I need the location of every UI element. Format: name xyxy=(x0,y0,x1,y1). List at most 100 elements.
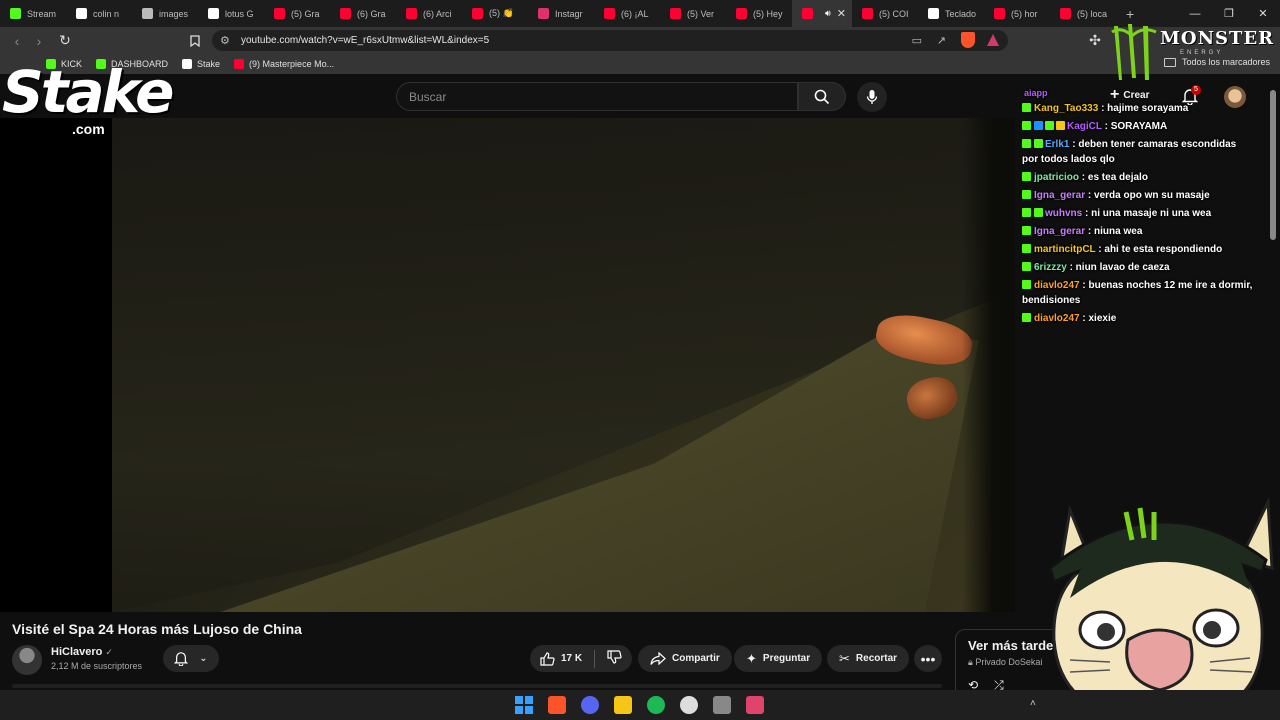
chat-username: Erlk1 xyxy=(1045,139,1070,150)
bookmark-favicon-icon xyxy=(234,59,245,69)
browser-tab[interactable]: (5) loca xyxy=(1050,0,1116,27)
browser-tab[interactable]: Teclado xyxy=(918,0,984,27)
chat-message: 6rizzzy : niun lavao de caeza xyxy=(1022,260,1254,275)
share-label: Compartir xyxy=(672,653,720,664)
vpn-icon[interactable] xyxy=(746,696,764,714)
address-bar[interactable]: ⚙ youtube.com/watch?v=wE_r6sxUtmw&list=W… xyxy=(212,30,1008,51)
spotify-icon[interactable] xyxy=(647,696,665,714)
browser-tab[interactable]: Stream xyxy=(0,0,66,27)
channel-avatar[interactable] xyxy=(12,645,42,675)
chat-badge-icon xyxy=(1034,208,1043,217)
browser-tab[interactable]: (5) 👏 xyxy=(462,0,528,27)
minimize-icon[interactable]: — xyxy=(1178,8,1212,20)
tab-label: (5) hor xyxy=(1011,8,1038,19)
chat-text: : ahi te esta respondiendo xyxy=(1098,244,1223,255)
audio-playing-icon[interactable]: 🔊︎ xyxy=(825,8,831,19)
site-info-icon[interactable]: ⚙ xyxy=(220,34,230,47)
bookmark-item[interactable]: (9) Masterpiece Mo... xyxy=(234,59,334,69)
browser-tab[interactable]: lotus G xyxy=(198,0,264,27)
back-icon[interactable]: ‹ xyxy=(6,30,28,52)
search-button[interactable] xyxy=(798,82,846,111)
chat-text: : niun lavao de caeza xyxy=(1069,262,1170,273)
windows-start-icon[interactable] xyxy=(515,696,533,714)
bookmarks-bar: KICK DASHBOARD Stake (9) Masterpiece Mo... … xyxy=(0,54,1280,74)
chat-username: diavlo247 xyxy=(1034,280,1080,291)
browser-tab[interactable]: (5) Hey xyxy=(726,0,792,27)
tray-chevron-icon[interactable]: ˄ xyxy=(1030,698,1036,709)
cat-mascot-overlay xyxy=(1048,496,1274,720)
chat-text: : verda opo wn su masaje xyxy=(1087,190,1210,201)
extensions-icon[interactable]: ✣ xyxy=(1084,30,1106,52)
all-bookmarks[interactable]: Todos los marcadores xyxy=(1163,57,1270,67)
ask-label: Preguntar xyxy=(762,653,811,664)
bookmark-icon[interactable] xyxy=(184,30,206,52)
file-explorer-icon[interactable] xyxy=(614,696,632,714)
chat-message: Igna_gerar : verda opo wn su masaje xyxy=(1022,188,1254,203)
stake-com-label: .com xyxy=(72,121,105,137)
maximize-icon[interactable]: ❐ xyxy=(1212,7,1246,20)
search-icon xyxy=(814,89,830,104)
browser-tab[interactable]: (5) hor xyxy=(984,0,1050,27)
youtube-icon xyxy=(406,8,417,19)
video-player[interactable] xyxy=(0,118,1015,612)
browser-tab[interactable]: colin n xyxy=(66,0,132,27)
browser-tab[interactable]: (5) Ver xyxy=(660,0,726,27)
search-placeholder: Buscar xyxy=(409,89,447,104)
window-controls: — ❐ ✕ xyxy=(1178,0,1280,27)
channel-name-text: HiClavero xyxy=(51,646,103,658)
bookmark-item[interactable]: Stake xyxy=(182,59,220,69)
more-actions-button[interactable]: ••• xyxy=(914,645,942,672)
subscription-bell-button[interactable]: ⌄ xyxy=(163,645,219,672)
forward-icon[interactable]: › xyxy=(28,30,50,52)
reload-icon[interactable]: ↻ xyxy=(54,30,76,52)
discord-icon[interactable] xyxy=(581,696,599,714)
brave-icon[interactable] xyxy=(548,696,566,714)
web-icon xyxy=(142,8,153,19)
browser-tab[interactable]: 🔊︎ ✕ xyxy=(792,0,852,27)
share-button[interactable]: Compartir xyxy=(638,645,732,672)
stream-chat: aiapp Kang_Tao333 : hajime sorayama KagiC… xyxy=(1022,86,1254,329)
browser-tab[interactable]: Instagr xyxy=(528,0,594,27)
browser-tab[interactable]: images xyxy=(132,0,198,27)
chat-username: Igna_gerar xyxy=(1034,190,1086,201)
cast-icon[interactable]: ▭ xyxy=(912,34,922,47)
kick-badge-icon xyxy=(1022,103,1031,112)
browser-tab[interactable]: (6) Gra xyxy=(330,0,396,27)
close-window-icon[interactable]: ✕ xyxy=(1246,7,1280,20)
tab-label: Stream xyxy=(27,8,57,19)
browser-tab[interactable]: (6) ¡AL xyxy=(594,0,660,27)
close-tab-icon[interactable]: ✕ xyxy=(837,7,846,20)
like-button[interactable]: 17 K xyxy=(540,651,582,666)
voice-search-button[interactable] xyxy=(857,82,887,112)
chat-text: : SORAYAMA xyxy=(1104,121,1168,132)
chat-message: Igna_gerar : niuna wea xyxy=(1022,224,1254,239)
chat-username: 6rizzzy xyxy=(1034,262,1067,273)
chat-message: diavlo247 : buenas noches 12 me ire a do… xyxy=(1022,278,1254,308)
new-tab-button[interactable]: + xyxy=(1116,6,1144,22)
chat-username: wuhvns xyxy=(1045,208,1083,219)
search-input[interactable]: Buscar xyxy=(396,82,798,111)
chat-message: jpatricioo : es tea dejalo xyxy=(1022,170,1254,185)
obs-icon[interactable] xyxy=(680,696,698,714)
kick-badge-icon xyxy=(1022,280,1031,289)
clip-button[interactable]: ✂ Recortar xyxy=(827,645,910,672)
chat-top-user: aiapp xyxy=(1024,88,1048,98)
app-icon[interactable] xyxy=(713,696,731,714)
ask-button[interactable]: ✦ Preguntar xyxy=(734,645,823,672)
share-page-icon[interactable]: ↗ xyxy=(937,34,946,47)
chat-username: KagiCL xyxy=(1067,121,1102,132)
monster-claw-logo xyxy=(1111,24,1157,80)
brave-rewards-icon[interactable] xyxy=(987,34,999,46)
youtube-icon xyxy=(802,8,813,19)
page-scrollbar[interactable] xyxy=(1270,90,1276,240)
channel-name[interactable]: HiClavero ✓ xyxy=(51,646,113,658)
browser-tab[interactable]: (5) COI xyxy=(852,0,918,27)
dislike-button[interactable] xyxy=(607,650,622,667)
browser-tab[interactable]: (5) Gra xyxy=(264,0,330,27)
tab-label: Teclado xyxy=(945,8,977,19)
brave-shield-icon[interactable] xyxy=(961,32,975,48)
video-frame xyxy=(112,118,1015,612)
youtube-icon xyxy=(274,8,285,19)
browser-tab[interactable]: (6) Arci xyxy=(396,0,462,27)
chat-text: : ni una masaje ni una wea xyxy=(1085,208,1212,219)
